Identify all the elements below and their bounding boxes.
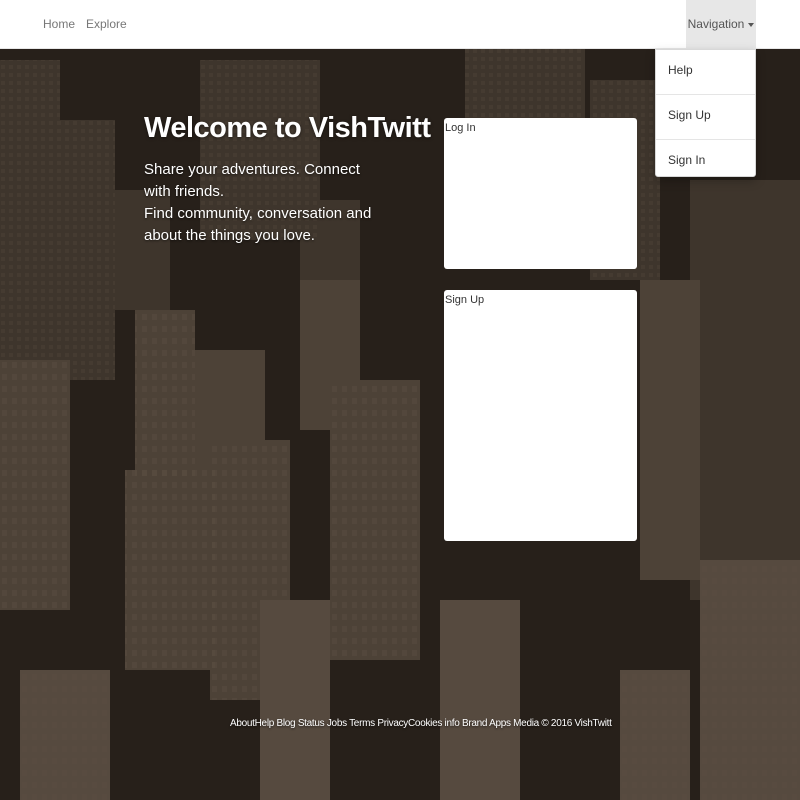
hero-line-community: Find community, conversation and about t…	[144, 205, 372, 244]
top-navbar: Home Explore Navigation	[0, 0, 800, 49]
dropdown-item-sign-up[interactable]: Sign Up	[656, 95, 755, 140]
footer-link-brand[interactable]: Brand	[462, 718, 487, 729]
navigation-dropdown-label: Navigation	[687, 17, 745, 31]
hero-description: Share your adventures. Connect with frie…	[144, 159, 379, 247]
hero-title: Welcome to VishTwitt	[144, 112, 431, 144]
navigation-dropdown-toggle[interactable]: Navigation	[686, 0, 756, 48]
footer-link-status[interactable]: Status	[298, 718, 325, 729]
footer-link-help[interactable]: Help	[255, 718, 275, 729]
footer-link-terms[interactable]: Terms	[349, 718, 375, 729]
login-panel[interactable]: Log In	[444, 118, 637, 269]
dropdown-item-sign-in[interactable]: Sign In	[656, 140, 755, 185]
dropdown-item-help[interactable]: Help	[656, 50, 755, 95]
footer-link-cookies[interactable]: Cookies	[408, 718, 442, 729]
footer-link-media[interactable]: Media	[513, 718, 539, 729]
footer-link-blog[interactable]: Blog	[277, 718, 296, 729]
nav-explore-link[interactable]: Explore	[86, 0, 127, 48]
navigation-dropdown-menu: Help Sign Up Sign In	[655, 49, 756, 177]
footer-copyright: © 2016 VishTwitt	[541, 718, 612, 729]
caret-down-icon	[748, 22, 755, 27]
signup-panel-title: Sign Up	[445, 294, 485, 306]
login-panel-title: Log In	[445, 122, 476, 134]
signup-panel[interactable]: Sign Up	[444, 290, 637, 541]
footer-link-about[interactable]: About	[230, 718, 255, 729]
nav-home-link[interactable]: Home	[43, 0, 75, 48]
footer-link-apps[interactable]: Apps	[489, 718, 511, 729]
footer-link-info[interactable]: info	[445, 718, 460, 729]
hero-section: Welcome to VishTwitt Share your adventur…	[144, 112, 431, 247]
hero-line-share: Share your adventures. Connect with frie…	[144, 161, 360, 200]
footer-link-jobs[interactable]: Jobs	[327, 718, 347, 729]
footer-link-privacy[interactable]: Privacy	[377, 718, 408, 729]
footer-links: AboutHelp Blog Status Jobs Terms Privacy…	[230, 718, 612, 729]
